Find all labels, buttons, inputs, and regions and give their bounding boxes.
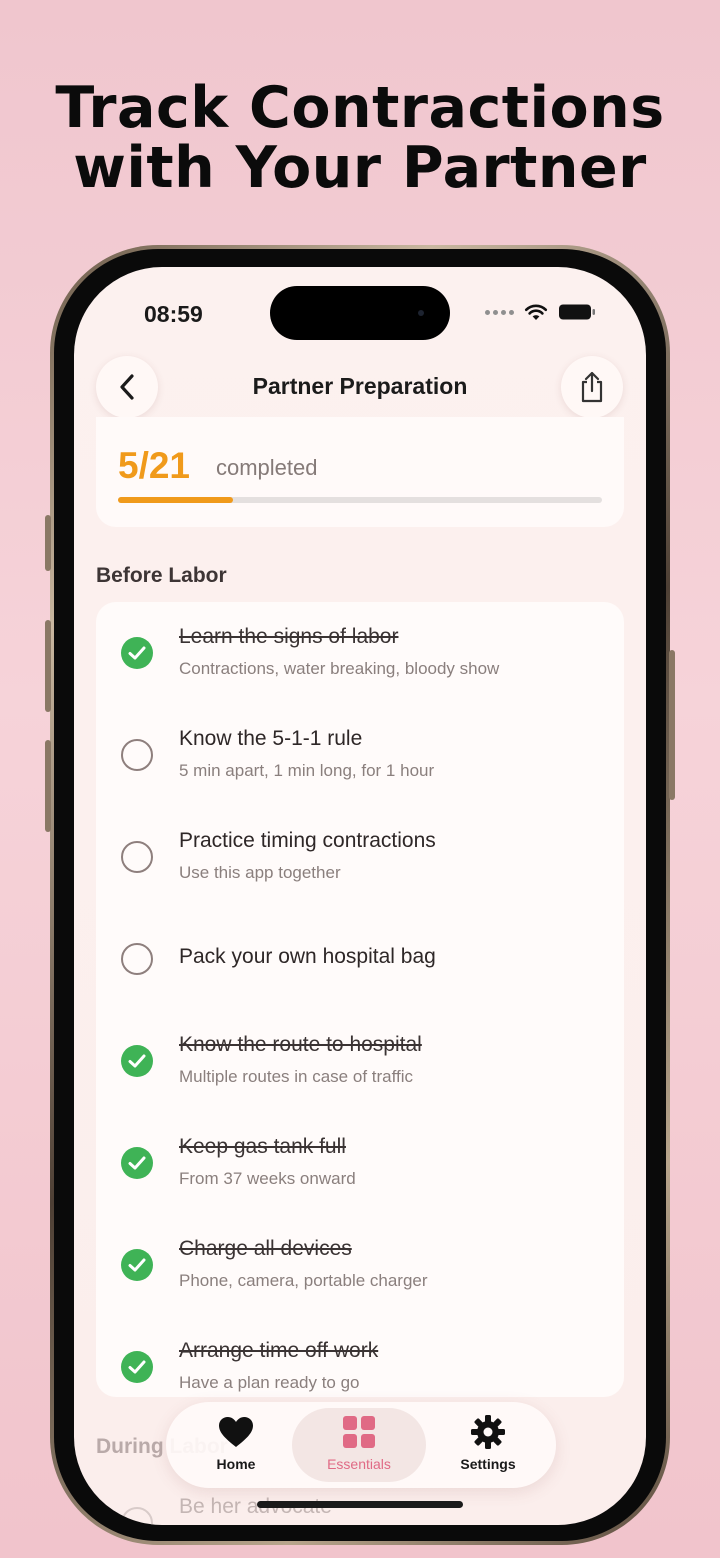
list-item-title: Arrange time off work [179,1339,379,1362]
checklist-card: Learn the signs of labor Contractions, wa… [96,602,624,1397]
tab-bar: Home Essentials Settings [166,1402,556,1488]
checkbox[interactable] [121,841,153,873]
list-item-subtitle: Multiple routes in case of traffic [179,1067,414,1086]
progress-card: 5/21 completed [96,417,624,527]
list-item-title: Charge all devices [179,1237,352,1260]
dynamic-island [270,286,450,340]
list-item[interactable]: Know the 5-1-1 rule 5 min apart, 1 min lo… [96,704,624,806]
phone-volume-down [45,740,51,832]
list-item[interactable]: Charge all devices Phone, camera, portabl… [96,1214,624,1316]
list-item-title: Pack your own hospital bag [179,945,436,968]
list-item-subtitle: 5 min apart, 1 min long, for 1 hour [179,761,435,780]
checkmark-icon[interactable] [121,1147,153,1179]
progress-bar-fill [118,497,234,503]
progress-label: completed [216,455,318,480]
gear-icon [471,1415,505,1449]
list-item-subtitle: Have a plan ready to go [179,1373,360,1392]
list-item-title: Know the 5-1-1 rule [179,727,363,750]
progress-bar [118,497,602,503]
list-item-title: Learn the signs of labor [179,625,399,648]
battery-icon [559,304,595,320]
tab-settings-label: Settings [460,1456,516,1472]
checkmark-icon[interactable] [121,1351,153,1383]
headline-line-1: Track Contractions [55,75,665,141]
heart-icon [219,1417,253,1447]
phone-screen: 08:59 Partner Preparation 5/21 completed [74,267,646,1525]
phone-volume-up [45,620,51,712]
checkbox[interactable] [121,1507,153,1525]
status-icons [485,303,596,321]
checkbox[interactable] [121,739,153,771]
list-item-subtitle: Contractions, water breaking, bloody sho… [179,659,500,678]
checkmark-icon[interactable] [121,1045,153,1077]
share-icon [581,371,603,403]
list-item[interactable]: Keep gas tank full From 37 weeks onward [96,1112,624,1214]
tab-home-label: Home [216,1456,256,1472]
tab-settings[interactable]: Settings [428,1402,548,1488]
progress-count: 5/21 [118,445,191,486]
share-button[interactable] [561,356,623,418]
list-item-title: Know the route to hospital [179,1033,422,1056]
wifi-icon [524,304,548,320]
phone-power-button [669,650,675,800]
section-title-before-labor: Before Labor [96,564,227,587]
checkbox[interactable] [121,943,153,975]
list-item[interactable]: Learn the signs of labor Contractions, wa… [96,602,624,704]
signal-icon [485,309,514,315]
checkmark-icon[interactable] [121,1249,153,1281]
list-item[interactable]: Pack your own hospital bag [96,908,624,1010]
checkmark-icon[interactable] [121,637,153,669]
tab-essentials-label: Essentials [327,1456,391,1472]
list-item-title: Keep gas tank full [179,1135,346,1158]
list-item-subtitle: Use this app together [179,863,341,882]
list-item[interactable]: Know the route to hospital Multiple route… [96,1010,624,1112]
tab-home[interactable]: Home [176,1402,296,1488]
status-time: 08:59 [144,301,203,327]
list-item-title: Practice timing contractions [179,829,436,852]
list-item-subtitle: From 37 weeks onward [179,1169,356,1188]
headline: Track Contractions with Your Partner [0,78,720,198]
grid-icon [343,1416,375,1448]
headline-line-2: with Your Partner [73,135,647,201]
list-item-subtitle: Phone, camera, portable charger [179,1271,428,1290]
home-indicator [257,1501,463,1508]
phone-side-button [45,515,51,571]
tab-essentials[interactable]: Essentials [292,1408,426,1482]
list-item[interactable]: Practice timing contractions Use this app… [96,806,624,908]
